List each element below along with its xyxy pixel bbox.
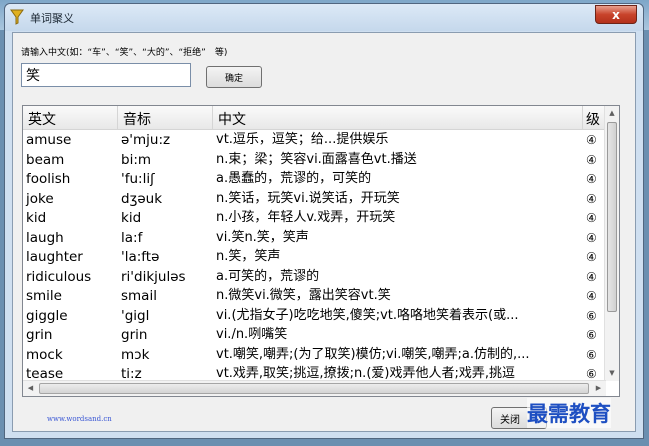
cell-english: mock xyxy=(26,346,63,363)
cell-chinese: n.小孩，年轻人v.戏弄，开玩笑 xyxy=(216,210,396,225)
cell-chinese: vi.笑n.笑，笑声 xyxy=(216,229,309,245)
table-row[interactable]: joke dʒəuk n.笑话，玩笑vi.说笑话，开玩笑 ④ xyxy=(23,189,606,209)
cell-english: ridiculous xyxy=(26,268,92,285)
cell-phonetic: grin xyxy=(121,327,148,343)
cell-phonetic: la:f xyxy=(121,229,143,246)
cell-phonetic: mɔk xyxy=(121,346,150,363)
cell-chinese: vt.嘲笑,嘲弄;(为了取笑)模仿;vi.嘲笑,嘲弄;a.仿制的,... xyxy=(216,346,530,362)
window-title: 单词聚义 xyxy=(30,12,74,25)
cell-level: ④ xyxy=(586,211,597,225)
cell-english: grin xyxy=(26,327,53,343)
cell-phonetic: 'la:ftə xyxy=(121,249,160,265)
header-chinese[interactable]: 中文 xyxy=(213,106,583,130)
cell-chinese: n.微笑vi.微笑，露出笑容vt.笑 xyxy=(216,288,391,303)
scroll-up-icon[interactable]: ▲ xyxy=(605,106,619,121)
search-input[interactable] xyxy=(21,63,191,87)
cell-english: kid xyxy=(26,210,47,226)
cell-phonetic: 'gigl xyxy=(121,307,150,324)
cell-level: ④ xyxy=(586,152,597,167)
title-bar[interactable]: 单词聚义 x xyxy=(5,4,643,31)
cell-level: ④ xyxy=(586,191,597,206)
cell-english: joke xyxy=(26,190,54,207)
scroll-left-icon[interactable]: ◀ xyxy=(23,381,38,396)
cell-chinese: a.愚蠢的，荒谬的，可笑的 xyxy=(216,171,372,186)
cell-level: ④ xyxy=(586,230,597,245)
vertical-scroll-thumb[interactable] xyxy=(607,122,617,312)
cell-chinese: vt.逗乐，逗笑；给...提供娱乐 xyxy=(216,132,389,147)
funnel-icon xyxy=(10,9,24,25)
horizontal-scrollbar[interactable]: ◀ ▶ xyxy=(23,380,606,396)
watermark-text: 最需教育 xyxy=(527,398,611,428)
cell-chinese: a.可笑的，荒谬的 xyxy=(216,268,320,284)
cell-level: ④ xyxy=(586,133,597,147)
cell-english: amuse xyxy=(26,132,72,148)
cell-level: ⑥ xyxy=(586,347,597,362)
cell-chinese: vi./n.咧嘴笑 xyxy=(216,327,288,342)
vertical-scrollbar[interactable]: ▲ ▼ xyxy=(604,106,619,381)
cell-level: ④ xyxy=(586,269,597,284)
cell-chinese: n.束；梁；笑容vi.面露喜色vt.播送 xyxy=(216,151,417,167)
table-header: 英文 音标 中文 级 xyxy=(23,106,606,130)
table-row[interactable]: laughter 'la:ftə n.笑，笑声 ④ xyxy=(23,247,606,267)
table-row[interactable]: kid kid n.小孩，年轻人v.戏弄，开玩笑 ④ xyxy=(23,208,606,228)
table-row[interactable]: foolish 'fu:liʃ a.愚蠢的，荒谬的，可笑的 ④ xyxy=(23,169,606,189)
table-row[interactable]: amuse ə'mju:z vt.逗乐，逗笑；给...提供娱乐 ④ xyxy=(23,130,606,150)
dialog-client-area: 请输入中文(如：“车”、“笑”、“大的”、“拒绝” 等) 确定 英文 音标 中文… xyxy=(12,32,636,432)
cell-level: ④ xyxy=(586,250,597,264)
cell-chinese: n.笑，笑声 xyxy=(216,249,281,264)
cell-english: giggle xyxy=(26,307,68,324)
cell-level: ⑥ xyxy=(586,308,597,323)
table-row[interactable]: mock mɔk vt.嘲笑,嘲弄;(为了取笑)模仿;vi.嘲笑,嘲弄;a.仿制的,… xyxy=(23,345,606,365)
cell-english: foolish xyxy=(26,171,71,187)
table-body: amuse ə'mju:z vt.逗乐，逗笑；给...提供娱乐 ④ beam bi:m n.… xyxy=(23,130,606,384)
cell-chinese: n.笑话，玩笑vi.说笑话，开玩笑 xyxy=(216,190,400,206)
table-row[interactable]: giggle 'gigl vi.(尤指女子)吃吃地笑,傻笑;vt.咯咯地笑着表示(或… xyxy=(23,306,606,326)
table-row[interactable]: beam bi:m n.束；梁；笑容vi.面露喜色vt.播送 ④ xyxy=(23,150,606,170)
header-level[interactable]: 级 xyxy=(583,106,606,130)
cell-chinese: vi.(尤指女子)吃吃地笑,傻笑;vt.咯咯地笑着表示(或... xyxy=(216,307,519,323)
window-close-button[interactable]: x xyxy=(595,5,637,24)
scroll-right-icon[interactable]: ▶ xyxy=(591,381,606,396)
table-row[interactable]: grin grin vi./n.咧嘴笑 ⑥ xyxy=(23,325,606,345)
site-link[interactable]: www.wordsand.cn xyxy=(47,415,112,423)
cell-level: ④ xyxy=(586,172,597,186)
search-prompt: 请输入中文(如：“车”、“笑”、“大的”、“拒绝” 等) xyxy=(21,48,228,58)
header-english[interactable]: 英文 xyxy=(23,106,118,130)
close-icon: x xyxy=(612,7,620,22)
table-row[interactable]: ridiculous ri'dikjuləs a.可笑的，荒谬的 ④ xyxy=(23,267,606,287)
cell-phonetic: ri'dikjuləs xyxy=(121,268,186,285)
results-table: 英文 音标 中文 级 amuse ə'mju:z vt.逗乐，逗笑；给...提供娱乐… xyxy=(22,105,620,397)
header-phonetic[interactable]: 音标 xyxy=(118,106,213,130)
cell-phonetic: smail xyxy=(121,288,157,304)
confirm-button[interactable]: 确定 xyxy=(206,66,262,88)
cell-english: laughter xyxy=(26,249,83,265)
table-row[interactable]: smile smail n.微笑vi.微笑，露出笑容vt.笑 ④ xyxy=(23,286,606,306)
horizontal-scroll-thumb[interactable] xyxy=(39,383,589,394)
cell-phonetic: dʒəuk xyxy=(121,190,163,207)
cell-level: ④ xyxy=(586,289,597,303)
scroll-down-icon[interactable]: ▼ xyxy=(605,366,619,381)
cell-level: ⑥ xyxy=(586,328,597,342)
cell-phonetic: kid xyxy=(121,210,142,226)
table-row[interactable]: laugh la:f vi.笑n.笑，笑声 ④ xyxy=(23,228,606,248)
cell-english: beam xyxy=(26,151,65,168)
dialog-window: 单词聚义 x 请输入中文(如：“车”、“笑”、“大的”、“拒绝” 等) 确定 英… xyxy=(4,3,644,439)
cell-phonetic: 'fu:liʃ xyxy=(121,171,155,187)
cell-english: smile xyxy=(26,288,62,304)
cell-phonetic: ə'mju:z xyxy=(121,132,171,148)
cell-phonetic: bi:m xyxy=(121,151,152,168)
cell-english: laugh xyxy=(26,229,64,246)
